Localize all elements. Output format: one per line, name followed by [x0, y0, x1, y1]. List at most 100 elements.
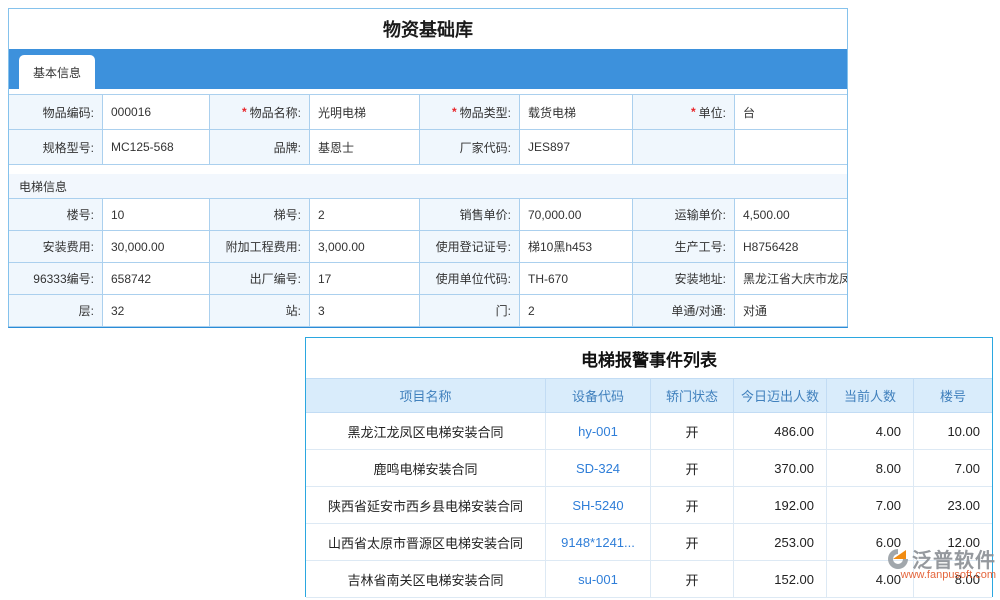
field-label-user-unit-code: 使用单位代码: — [420, 263, 520, 295]
field-value-elevator-no: 2 — [310, 199, 420, 231]
field-value-96333-no: 658742 — [103, 263, 210, 295]
field-label-stations: 站: — [210, 295, 310, 327]
field-label-elevator-no: 梯号: — [210, 199, 310, 231]
field-value-brand: 基恩士 — [310, 130, 420, 165]
cell-door-status: 开 — [651, 561, 734, 598]
field-label-sale-price: 销售单价: — [420, 199, 520, 231]
field-value-production-no: H8756428 — [735, 231, 847, 263]
required-mark: * — [242, 105, 247, 119]
col-header-door-status: 轿门状态 — [651, 378, 734, 413]
field-label-text: 单位: — [699, 104, 726, 121]
field-label-item-code: 物品编码: — [9, 95, 103, 130]
cell-today-exits: 192.00 — [734, 487, 827, 524]
section-gap — [9, 165, 847, 174]
material-base-panel: 物资基础库 基本信息 物品编码: 000016 *物品名称: 光明电梯 *物品类… — [8, 8, 848, 328]
cell-today-exits: 152.00 — [734, 561, 827, 598]
cell-current-people: 7.00 — [827, 487, 914, 524]
col-header-project-name: 项目名称 — [306, 378, 546, 413]
watermark-url: www.fanpusoft.com — [901, 569, 996, 581]
field-label-transport-price: 运输单价: — [633, 199, 735, 231]
field-value-item-code: 000016 — [103, 95, 210, 130]
field-label-96333-no: 96333编号: — [9, 263, 103, 295]
cell-door-status: 开 — [651, 487, 734, 524]
field-label-text: 附加工程费用: — [226, 238, 301, 255]
field-label-text: 规格型号: — [43, 139, 94, 156]
cell-project-name: 吉林省南关区电梯安装合同 — [306, 561, 546, 598]
cell-today-exits: 253.00 — [734, 524, 827, 561]
field-value-doors: 2 — [520, 295, 633, 327]
cell-project-name: 鹿鸣电梯安装合同 — [306, 450, 546, 487]
fanpu-logo-icon — [886, 547, 910, 571]
device-code-link[interactable]: SH-5240 — [546, 487, 651, 524]
device-code-link[interactable]: 9148*1241... — [546, 524, 651, 561]
field-value-user-unit-code: TH-670 — [520, 263, 633, 295]
field-label-install-fee: 安装费用: — [9, 231, 103, 263]
cell-today-exits: 370.00 — [734, 450, 827, 487]
tab-basic-info[interactable]: 基本信息 — [19, 55, 95, 89]
field-value-sale-price: 70,000.00 — [520, 199, 633, 231]
field-value-stations: 3 — [310, 295, 420, 327]
required-mark: * — [691, 105, 696, 119]
field-label-text: 运输单价: — [675, 206, 726, 223]
field-label-item-name: *物品名称: — [210, 95, 310, 130]
field-value-spec-model: MC125-568 — [103, 130, 210, 165]
cell-door-status: 开 — [651, 524, 734, 561]
field-value-item-type: 载货电梯 — [520, 95, 633, 130]
field-label-brand: 品牌: — [210, 130, 310, 165]
field-value-manufacturer-code: JES897 — [520, 130, 633, 165]
field-label-text: 使用登记证号: — [436, 238, 511, 255]
field-label-text: 安装费用: — [43, 238, 94, 255]
field-label-building-no: 楼号: — [9, 199, 103, 231]
cell-project-name: 山西省太原市晋源区电梯安装合同 — [306, 524, 546, 561]
field-label-text: 使用单位代码: — [436, 270, 511, 287]
field-label-through-type: 单通/对通: — [633, 295, 735, 327]
field-label-doors: 门: — [420, 295, 520, 327]
field-value-building-no: 10 — [103, 199, 210, 231]
cell-current-people: 4.00 — [827, 413, 914, 450]
cell-today-exits: 486.00 — [734, 413, 827, 450]
cell-building-no: 23.00 — [914, 487, 992, 524]
elevator-info-grid: 楼号: 10 梯号: 2 销售单价: 70,000.00 运输单价: 4,500… — [9, 199, 847, 327]
field-label-text: 厂家代码: — [460, 139, 511, 156]
cell-door-status: 开 — [651, 450, 734, 487]
field-label-text: 楼号: — [67, 206, 94, 223]
cell-building-no: 10.00 — [914, 413, 992, 450]
field-label-text: 物品编码: — [43, 104, 94, 121]
watermark: 泛普软件 www.fanpusoft.com — [856, 544, 996, 581]
field-value-install-address: 黑龙江省大庆市龙凤 — [735, 263, 847, 295]
field-label-unit: *单位: — [633, 95, 735, 130]
field-label-spec-model: 规格型号: — [9, 130, 103, 165]
field-label-text: 物品名称: — [250, 104, 301, 121]
field-label-text: 安装地址: — [675, 270, 726, 287]
field-value-transport-price: 4,500.00 — [735, 199, 847, 231]
cell-building-no: 7.00 — [914, 450, 992, 487]
tab-bar: 基本信息 — [9, 49, 847, 89]
field-label-text: 单通/对通: — [671, 302, 726, 319]
cell-project-name: 黑龙江龙凤区电梯安装合同 — [306, 413, 546, 450]
field-value-registration-no: 梯10黑h453 — [520, 231, 633, 263]
device-code-link[interactable]: SD-324 — [546, 450, 651, 487]
col-header-current-people: 当前人数 — [827, 378, 914, 413]
field-label-install-address: 安装地址: — [633, 263, 735, 295]
cell-project-name: 陕西省延安市西乡县电梯安装合同 — [306, 487, 546, 524]
cell-current-people: 8.00 — [827, 450, 914, 487]
field-value-install-fee: 30,000.00 — [103, 231, 210, 263]
field-label-text: 出厂编号: — [250, 270, 301, 287]
field-label-text: 物品类型: — [460, 104, 511, 121]
device-code-link[interactable]: su-001 — [546, 561, 651, 598]
page-title: 物资基础库 — [9, 9, 847, 49]
field-value-unit: 台 — [735, 95, 847, 130]
field-value-empty — [735, 130, 847, 165]
field-label-text: 96333编号: — [33, 270, 94, 287]
field-label-extra-project-fee: 附加工程费用: — [210, 231, 310, 263]
field-value-extra-project-fee: 3,000.00 — [310, 231, 420, 263]
cell-door-status: 开 — [651, 413, 734, 450]
device-code-link[interactable]: hy-001 — [546, 413, 651, 450]
field-label-text: 品牌: — [274, 139, 301, 156]
field-value-through-type: 对通 — [735, 295, 847, 327]
field-label-floors: 层: — [9, 295, 103, 327]
basic-info-grid: 物品编码: 000016 *物品名称: 光明电梯 *物品类型: 载货电梯 *单位… — [9, 94, 847, 165]
field-label-empty — [633, 130, 735, 165]
table-title: 电梯报警事件列表 — [306, 338, 992, 378]
field-value-item-name: 光明电梯 — [310, 95, 420, 130]
